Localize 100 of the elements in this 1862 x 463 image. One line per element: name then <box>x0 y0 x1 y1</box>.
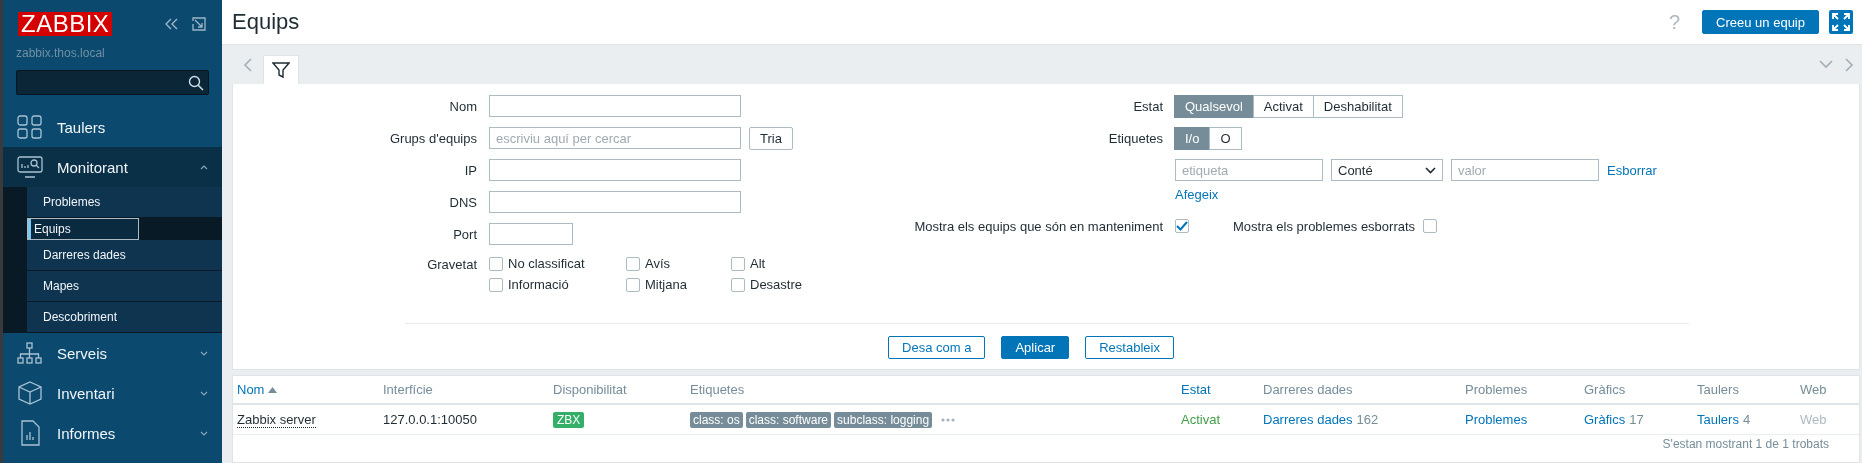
box-icon <box>17 381 43 405</box>
search-icon[interactable] <box>188 74 204 91</box>
menu-item[interactable]: Monitorant <box>3 147 222 187</box>
chevron-up-icon <box>200 164 208 170</box>
tag-chip: class: software <box>745 411 832 428</box>
checkbox-label: No classificat <box>508 256 585 271</box>
submenu-item[interactable]: Equips <box>27 218 139 240</box>
checkbox[interactable] <box>1423 219 1438 233</box>
field-label: Etiquetes <box>1107 130 1163 146</box>
checkbox-label: Alt <box>750 256 766 271</box>
remove-link[interactable]: Esborrar <box>1607 162 1657 178</box>
value-field[interactable]: valor <box>1451 159 1599 181</box>
menu-item[interactable]: Inventari <box>3 373 222 413</box>
tag-chip: subclass: logging <box>834 411 933 428</box>
tag-field[interactable]: etiqueta <box>1175 159 1323 181</box>
monitor-icon <box>17 156 43 178</box>
column-header: Darreres dades <box>1263 382 1353 397</box>
kiosk-icon[interactable] <box>192 17 206 31</box>
fullscreen-icon <box>1832 13 1850 31</box>
table-cell: 127.0.0.1:10050 <box>383 412 477 427</box>
filter-button[interactable]: Aplicar <box>1001 336 1070 359</box>
operator-dropdown[interactable]: Conté <box>1331 159 1443 181</box>
filter-button[interactable]: Restableix <box>1085 336 1174 359</box>
submenu-item[interactable]: Mapes <box>27 271 222 302</box>
count: 162 <box>1356 412 1379 427</box>
fullscreen-button[interactable] <box>1829 10 1853 34</box>
column-header: Taulers <box>1697 382 1739 397</box>
segment-button[interactable]: Activat <box>1252 94 1314 118</box>
filter-tab[interactable] <box>263 55 299 84</box>
segment-button[interactable]: O <box>1209 126 1242 150</box>
graphs-link[interactable]: Gràfics <box>1584 412 1626 427</box>
checkbox-label: Avís <box>645 256 671 271</box>
chevron-right-icon[interactable] <box>1845 57 1854 72</box>
latest-data-link[interactable]: Darreres dades <box>1263 412 1353 427</box>
more-icon[interactable] <box>941 417 956 422</box>
create-host-button[interactable]: Creeu un equip <box>1702 10 1819 34</box>
column-header: Etiquetes <box>690 382 745 397</box>
column-header: Interfície <box>383 382 433 397</box>
count: 4 <box>1742 412 1751 427</box>
submenu-item[interactable]: Descobriment <box>27 302 222 333</box>
text-field[interactable] <box>489 95 741 117</box>
checkbox[interactable] <box>489 277 503 292</box>
sort-ascending-icon <box>268 387 278 393</box>
checkbox-label: Desastre <box>750 277 803 292</box>
logo[interactable]: ZABBIX <box>18 12 113 36</box>
checkbox[interactable] <box>626 256 640 271</box>
field-label: IP <box>463 162 477 178</box>
results-count: S'estan mostrant 1 de 1 trobats <box>1662 437 1829 451</box>
field-label: DNS <box>448 194 477 210</box>
checkbox-label: Mostra els problemes esborrats <box>1233 218 1416 234</box>
text-field[interactable] <box>489 223 573 245</box>
checkbox[interactable] <box>731 277 745 292</box>
status-link[interactable]: Activat <box>1181 412 1220 427</box>
select-button[interactable]: Tria <box>749 126 793 150</box>
menu-item[interactable]: Taulers <box>3 107 222 147</box>
problems-link[interactable]: Problemes <box>1465 412 1528 427</box>
hierarchy-icon <box>17 342 43 364</box>
grid-icon <box>17 115 43 139</box>
filter-button[interactable]: Desa com a <box>888 336 986 359</box>
availability-badge: ZBX <box>553 411 585 428</box>
menu-item[interactable]: Serveis <box>3 333 222 373</box>
checkbox[interactable] <box>731 256 745 271</box>
chevron-down-icon <box>200 350 208 356</box>
column-header[interactable]: Nom <box>237 382 278 397</box>
submenu-item[interactable]: Darreres dades <box>27 240 222 271</box>
chevron-down-icon <box>1425 166 1436 174</box>
count: 17 <box>1629 412 1644 427</box>
column-header: Gràfics <box>1584 382 1626 397</box>
filter-icon <box>272 61 290 79</box>
dashboards-link[interactable]: Taulers <box>1697 412 1739 427</box>
field-label: Grups d'equips <box>388 130 477 146</box>
checkbox-label: Informació <box>508 277 569 292</box>
checkbox-label: Mostra els equips que són en manteniment <box>913 218 1163 234</box>
tag-chip: class: os <box>690 411 743 428</box>
collapse-icon[interactable] <box>164 18 178 30</box>
menu-item[interactable]: Informes <box>3 413 222 453</box>
chevron-down-icon <box>200 390 208 396</box>
text-field[interactable]: escriviu aquí per cercar <box>489 127 741 149</box>
field-label: Estat <box>1132 98 1163 114</box>
text-field[interactable] <box>489 191 741 213</box>
chevron-down-icon <box>200 430 208 436</box>
search-field[interactable] <box>16 70 209 95</box>
chevron-down-icon[interactable] <box>1819 60 1833 69</box>
text-field[interactable] <box>489 159 741 181</box>
checkbox[interactable] <box>1175 219 1189 233</box>
add-link[interactable]: Afegeix <box>1175 186 1219 202</box>
host-name-link[interactable]: Zabbix server <box>237 411 316 428</box>
segment-button[interactable]: Qualsevol <box>1174 94 1254 118</box>
field-label: Nom <box>448 98 477 114</box>
segment-button[interactable]: I/o <box>1174 126 1211 150</box>
chevron-left-icon[interactable] <box>243 57 253 72</box>
column-header[interactable]: Estat <box>1181 382 1211 397</box>
segment-button[interactable]: Deshabilitat <box>1312 94 1403 118</box>
page-title: Equips <box>232 9 301 35</box>
checkbox[interactable] <box>626 277 640 292</box>
checkbox[interactable] <box>489 256 503 271</box>
server-name: zabbix.thos.local <box>15 45 106 60</box>
submenu-item[interactable]: Problemes <box>27 187 222 218</box>
column-header: Web <box>1800 382 1827 397</box>
field-label: Gravetat <box>426 256 477 274</box>
